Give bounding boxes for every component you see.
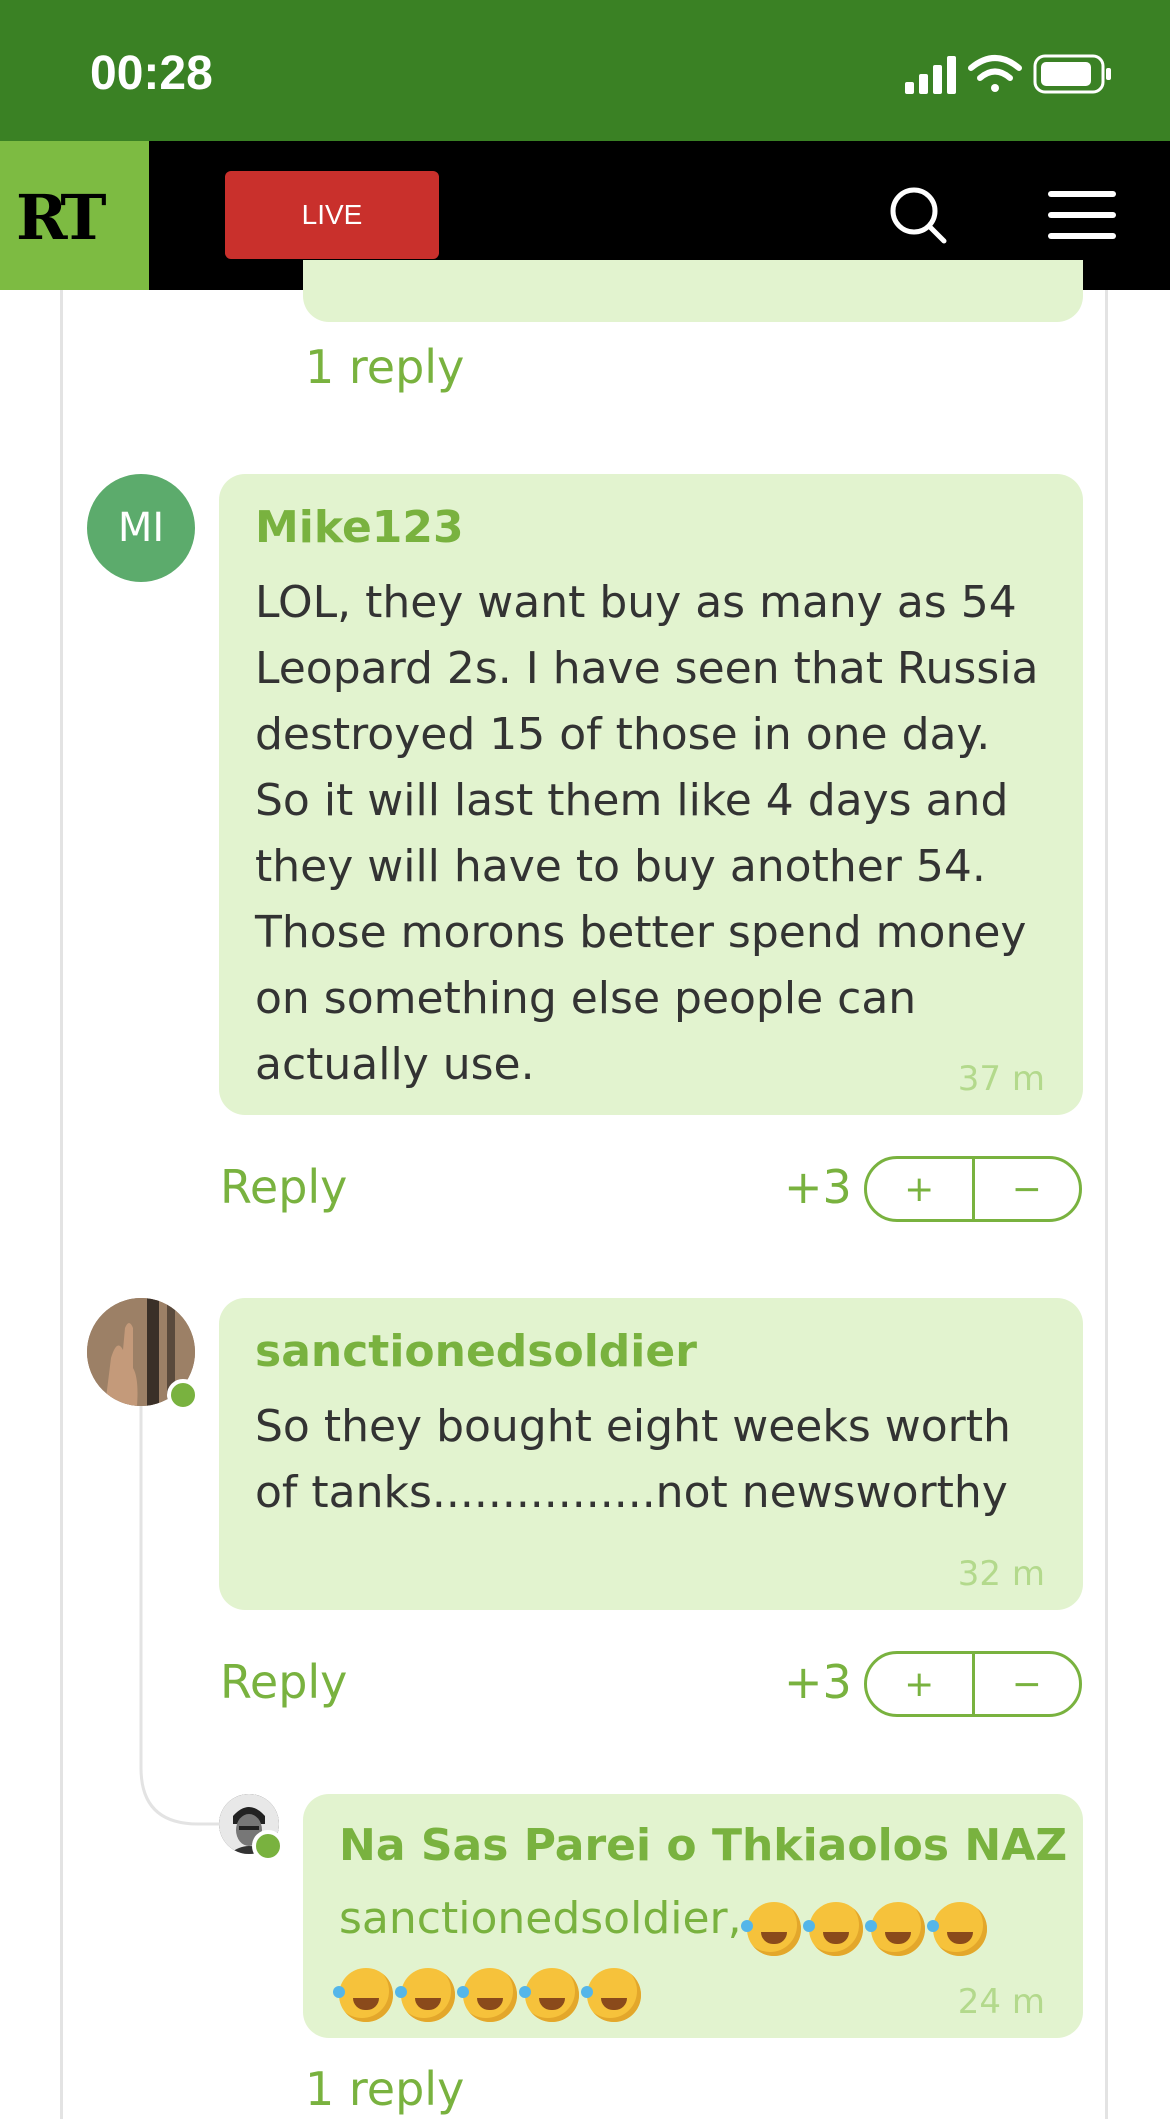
- rolling-laughing-emoji-icon: [802, 1901, 863, 1956]
- online-status-dot: [167, 1379, 199, 1411]
- comment-time: 24 m: [957, 1982, 1045, 2022]
- vote-control: + −: [864, 1651, 1082, 1717]
- comment-bubble: Mike123 LOL, they want buy as many as 54…: [219, 474, 1083, 1115]
- battery-icon: [1033, 54, 1111, 94]
- reply-button[interactable]: Reply: [220, 1160, 347, 1214]
- rolling-laughing-emoji-icon: [581, 1967, 641, 2022]
- reply-count-link[interactable]: 1 reply: [305, 2062, 464, 2116]
- status-icons: [905, 52, 1115, 96]
- rt-logo[interactable]: RT: [0, 141, 149, 290]
- status-bar: 00:28: [0, 0, 1170, 141]
- comment-text: So they bought eight weeks worth of tank…: [255, 1401, 1011, 1518]
- comment-body: sanctionedsoldier,: [333, 1886, 1039, 2027]
- rolling-laughing-emoji-icon: [333, 1967, 393, 2022]
- comment-text: LOL, they want buy as many as 54 Leopard…: [255, 577, 1039, 1090]
- online-status-dot: [252, 1830, 284, 1862]
- comment-time: 32 m: [957, 1554, 1045, 1594]
- downvote-button[interactable]: −: [975, 1654, 1080, 1714]
- vote-control: + −: [864, 1156, 1082, 1222]
- mention-link[interactable]: sanctionedsoldier,: [339, 1893, 742, 1944]
- vote-score: +3: [784, 1160, 852, 1214]
- live-button[interactable]: LIVE: [225, 171, 439, 259]
- avatar-initials: MI: [117, 505, 165, 551]
- thread-connector-line: [139, 1388, 228, 1826]
- previous-comment-bubble: [303, 260, 1083, 322]
- comment-author[interactable]: Na Sas Parei o Thkiaolos NAZ: [339, 1820, 1067, 1871]
- cellular-signal-icon: [905, 56, 956, 94]
- reply-button[interactable]: Reply: [220, 1655, 347, 1709]
- rolling-laughing-emoji-icon: [457, 1967, 517, 2022]
- wifi-icon: [968, 55, 1022, 92]
- rolling-laughing-emoji-icon: [395, 1967, 455, 2022]
- comment-author[interactable]: sanctionedsoldier: [255, 1326, 697, 1377]
- rolling-laughing-emoji-icon: [864, 1901, 925, 1956]
- rolling-laughing-emoji-icon: [740, 1901, 801, 1956]
- comment-author[interactable]: Mike123: [255, 502, 464, 553]
- rolling-laughing-emoji-icon: [519, 1967, 579, 2022]
- logo-text: RT: [16, 181, 107, 254]
- downvote-button[interactable]: −: [975, 1159, 1080, 1219]
- comment-bubble: sanctionedsoldier So they bought eight w…: [219, 1298, 1083, 1610]
- vote-score: +3: [784, 1655, 852, 1709]
- upvote-button[interactable]: +: [867, 1159, 975, 1219]
- hamburger-menu-icon[interactable]: [1048, 189, 1116, 241]
- reply-count-link[interactable]: 1 reply: [305, 340, 464, 394]
- status-time: 00:28: [90, 47, 213, 100]
- comment-time: 37 m: [957, 1059, 1045, 1099]
- upvote-button[interactable]: +: [867, 1654, 975, 1714]
- search-icon[interactable]: [888, 185, 948, 245]
- rolling-laughing-emoji-icon: [926, 1901, 987, 1956]
- avatar[interactable]: MI: [87, 474, 195, 582]
- comment-bubble: Na Sas Parei o Thkiaolos NAZ sanctioneds…: [303, 1794, 1083, 2038]
